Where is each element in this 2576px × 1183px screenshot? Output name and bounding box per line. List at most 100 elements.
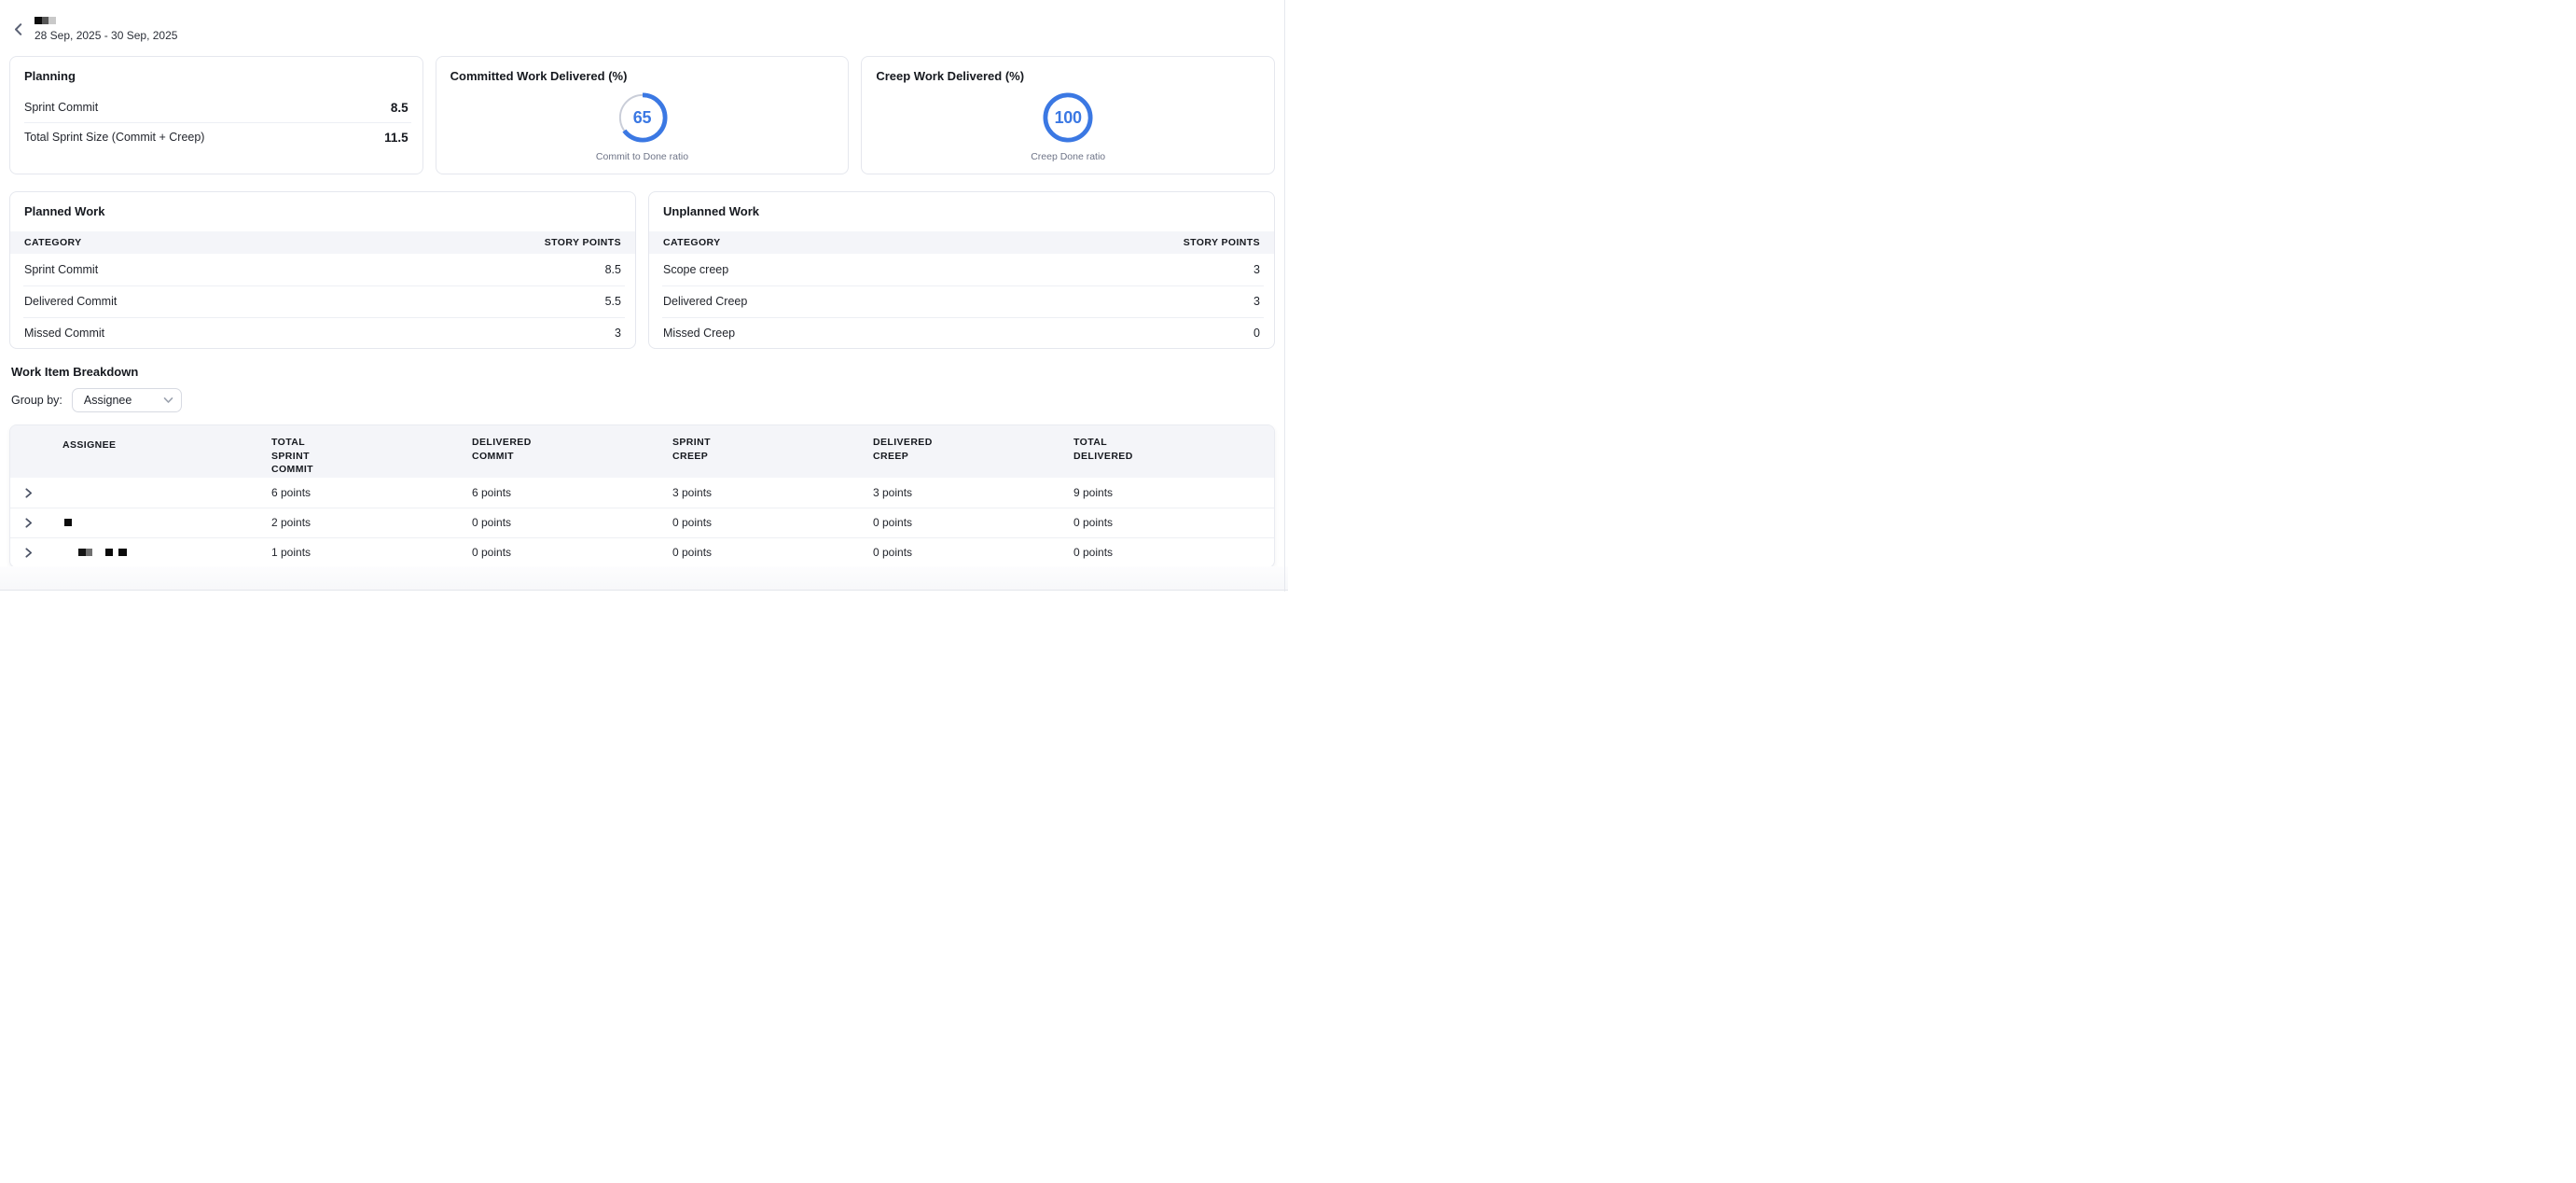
unplanned-work-rows: Scope creep 3 Delivered Creep 3 Missed C… [649, 254, 1274, 349]
planning-metrics: Sprint Commit 8.5 Total Sprint Size (Com… [10, 92, 422, 152]
story-points-column-header: STORY POINTS [545, 237, 621, 248]
work-table-row: Delivered Commit 5.5 [10, 285, 635, 317]
chevron-right-icon [25, 488, 33, 498]
expand-row-button[interactable] [10, 478, 62, 508]
category-column-header: CATEGORY [663, 237, 721, 248]
planned-work-header: CATEGORY STORY POINTS [10, 231, 635, 254]
work-table-row: Delivered Creep 3 [649, 285, 1274, 317]
delivered-commit-column-header: DELIVERED COMMIT [472, 436, 672, 464]
metric-label: Sprint Commit [24, 101, 98, 114]
sprint-creep-column-header: SPRINT CREEP [672, 436, 873, 464]
category-cell: Delivered Commit [24, 295, 117, 308]
sprint-report-page: 28 Sep, 2025 - 30 Sep, 2025 Planning Spr… [0, 0, 1288, 592]
story-points-cell: 8.5 [605, 263, 621, 276]
delivered-creep-cell: 0 points [873, 516, 1073, 529]
chevron-down-icon [163, 397, 173, 404]
committed-work-delivered-card: Committed Work Delivered (%) 65 Commit t… [436, 56, 850, 174]
creep-work-delivered-card: Creep Work Delivered (%) 100 Creep Done … [861, 56, 1275, 174]
chevron-right-icon [25, 548, 33, 558]
committed-gauge-caption: Commit to Done ratio [436, 151, 849, 162]
summary-cards-row: Planning Sprint Commit 8.5 Total Sprint … [9, 56, 1275, 174]
total-delivered-cell: 9 points [1073, 486, 1274, 499]
unplanned-work-title: Unplanned Work [649, 192, 1274, 219]
chevron-left-icon [14, 23, 22, 35]
assignee-cell [62, 478, 271, 508]
sprint-title-redacted [35, 17, 56, 24]
sprint-creep-cell: 0 points [672, 516, 873, 529]
group-by-control: Group by: Assignee [11, 388, 182, 412]
story-points-cell: 0 [1253, 327, 1260, 340]
expand-row-button[interactable] [10, 508, 62, 537]
creep-gauge: 100 [1043, 92, 1093, 143]
sprint-creep-cell: 0 points [672, 546, 873, 559]
work-item-breakdown-title: Work Item Breakdown [11, 365, 138, 379]
breakdown-table-row[interactable]: 1 points 0 points 0 points 0 points 0 po… [10, 537, 1274, 567]
work-table-row: Sprint Commit 8.5 [10, 254, 635, 285]
category-cell: Sprint Commit [24, 263, 98, 276]
assignee-cell [62, 508, 271, 537]
planning-card-title: Planning [10, 57, 422, 84]
delivered-creep-cell: 0 points [873, 546, 1073, 559]
category-cell: Scope creep [663, 263, 728, 276]
committed-card-title: Committed Work Delivered (%) [436, 57, 849, 84]
group-by-select[interactable]: Assignee [72, 388, 182, 412]
breakdown-table-body: 6 points 6 points 3 points 3 points 9 po… [10, 478, 1274, 567]
planned-work-title: Planned Work [10, 192, 635, 219]
planned-work-rows: Sprint Commit 8.5 Delivered Commit 5.5 M… [10, 254, 635, 349]
delivered-commit-cell: 0 points [472, 546, 672, 559]
metric-value: 11.5 [384, 131, 409, 145]
group-by-selected-value: Assignee [84, 394, 132, 407]
expand-row-button[interactable] [10, 537, 62, 567]
story-points-cell: 3 [1253, 295, 1260, 308]
assignee-column-header: ASSIGNEE [62, 436, 271, 452]
work-item-breakdown-table: ASSIGNEE TOTAL SPRINT COMMIT DELIVERED C… [9, 424, 1275, 568]
breakdown-table-row[interactable]: 2 points 0 points 0 points 0 points 0 po… [10, 508, 1274, 537]
committed-gauge-value: 65 [617, 92, 668, 143]
category-cell: Missed Creep [663, 327, 735, 340]
delivered-commit-cell: 6 points [472, 486, 672, 499]
delivered-creep-cell: 3 points [873, 486, 1073, 499]
creep-card-title: Creep Work Delivered (%) [862, 57, 1274, 84]
planning-metric-row: Total Sprint Size (Commit + Creep) 11.5 [10, 122, 422, 152]
unplanned-work-header: CATEGORY STORY POINTS [649, 231, 1274, 254]
total-delivered-cell: 0 points [1073, 546, 1274, 559]
total-sprint-commit-cell: 2 points [271, 516, 472, 529]
work-tables-row: Planned Work CATEGORY STORY POINTS Sprin… [9, 191, 1275, 349]
group-by-label: Group by: [11, 394, 62, 407]
delivered-creep-column-header: DELIVERED CREEP [873, 436, 1073, 464]
total-delivered-column-header: TOTAL DELIVERED [1073, 436, 1274, 464]
scrollbar-gutter [1284, 0, 1285, 592]
content-bottom-divider [0, 566, 1288, 591]
planning-card: Planning Sprint Commit 8.5 Total Sprint … [9, 56, 423, 174]
breakdown-table-row[interactable]: 6 points 6 points 3 points 3 points 9 po… [10, 478, 1274, 508]
category-column-header: CATEGORY [24, 237, 82, 248]
sprint-creep-cell: 3 points [672, 486, 873, 499]
planned-work-card: Planned Work CATEGORY STORY POINTS Sprin… [9, 191, 636, 349]
total-delivered-cell: 0 points [1073, 516, 1274, 529]
assignee-cell [62, 537, 271, 567]
work-table-row: Missed Creep 0 [649, 317, 1274, 349]
chevron-right-icon [25, 518, 33, 528]
total-sprint-commit-column-header: TOTAL SPRINT COMMIT [271, 436, 472, 477]
story-points-cell: 5.5 [605, 295, 621, 308]
creep-gauge-value: 100 [1043, 92, 1093, 143]
story-points-cell: 3 [615, 327, 621, 340]
category-cell: Delivered Creep [663, 295, 747, 308]
metric-value: 8.5 [391, 101, 409, 115]
total-sprint-commit-cell: 6 points [271, 486, 472, 499]
creep-gauge-caption: Creep Done ratio [862, 151, 1274, 162]
back-button[interactable] [10, 21, 25, 36]
committed-gauge: 65 [617, 92, 668, 143]
breakdown-table-header: ASSIGNEE TOTAL SPRINT COMMIT DELIVERED C… [10, 425, 1274, 478]
story-points-cell: 3 [1253, 263, 1260, 276]
category-cell: Missed Commit [24, 327, 104, 340]
metric-label: Total Sprint Size (Commit + Creep) [24, 131, 204, 144]
date-range: 28 Sep, 2025 - 30 Sep, 2025 [35, 29, 177, 42]
delivered-commit-cell: 0 points [472, 516, 672, 529]
story-points-column-header: STORY POINTS [1184, 237, 1260, 248]
work-table-row: Missed Commit 3 [10, 317, 635, 349]
planning-metric-row: Sprint Commit 8.5 [10, 92, 422, 122]
work-table-row: Scope creep 3 [649, 254, 1274, 285]
unplanned-work-card: Unplanned Work CATEGORY STORY POINTS Sco… [648, 191, 1275, 349]
total-sprint-commit-cell: 1 points [271, 546, 472, 559]
